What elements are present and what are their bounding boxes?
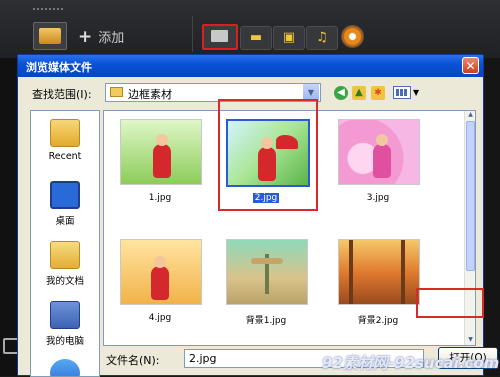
plus-icon: + [78,27,93,47]
close-button[interactable]: ✕ [462,57,479,74]
image-button[interactable]: ▣ [273,26,305,50]
look-in-value: 边框素材 [128,88,172,101]
back-icon[interactable]: ◀ [334,86,348,100]
color-wheel-icon[interactable] [341,25,364,48]
right-panel [484,58,500,376]
file-name: 4.jpg [148,313,172,323]
recent-folder-icon [50,119,80,147]
file-item[interactable]: 背景1.jpg [220,239,316,337]
file-item[interactable]: 背景2.jpg [332,239,428,337]
filename-label: 文件名(N): [106,354,160,367]
media-toolbar: + 添加 ▬ ▣ ♫ [0,0,500,59]
place-label: 我的电脑 [45,336,84,347]
scroll-down-icon[interactable]: ▼ [466,336,475,345]
thumbnail [120,119,202,185]
look-in-label: 查找范围(I): [32,88,92,101]
folder-icon [110,87,123,97]
dialog-title: 浏览媒体文件 [26,61,92,74]
view-dropdown-arrow-icon[interactable]: ▼ [413,88,419,97]
place-desktop[interactable]: 桌面 [31,181,99,227]
places-bar: Recent 桌面 我的文档 我的电脑 [30,110,100,377]
place-my-computer[interactable]: 我的电脑 [31,301,99,347]
left-panel [0,58,18,376]
file-name: 3.jpg [366,193,390,203]
place-recent[interactable]: Recent [31,119,99,162]
toolbar-divider [192,16,193,52]
view-menu-icon[interactable] [393,86,411,99]
place-my-documents[interactable]: 我的文档 [31,241,99,287]
photo-icon: ▣ [282,30,296,45]
place-label: 桌面 [55,216,75,227]
scroll-up-icon[interactable]: ▲ [466,111,475,120]
new-folder-icon[interactable]: ✱ [371,86,385,100]
thumbnail [338,239,420,305]
selection-highlight-annotation [218,99,318,211]
folder-button[interactable] [202,24,238,50]
file-item[interactable]: 1.jpg [114,119,210,217]
thumbnail [120,239,202,305]
add-button[interactable]: + 添加 [78,27,124,47]
place-network[interactable] [31,359,99,376]
thumbnail [226,239,308,305]
media-library-icon[interactable] [33,22,67,50]
file-name: 背景2.jpg [357,316,399,326]
audio-button[interactable]: ♫ [306,26,338,50]
file-name: 1.jpg [148,193,172,203]
place-label: 我的文档 [45,276,84,287]
file-item[interactable]: 3.jpg [332,119,428,217]
desktop-icon [50,181,80,209]
file-name: 背景1.jpg [245,316,287,326]
dialog-titlebar: 浏览媒体文件 ✕ [18,55,483,77]
toolbar-grip [33,8,63,14]
music-note-icon: ♫ [316,30,328,45]
watermark: 92素材网-92sucai.com [322,354,500,372]
video-button[interactable]: ▬ [240,26,272,50]
place-label: Recent [48,151,82,162]
up-folder-icon[interactable]: ▲ [352,86,366,100]
my-documents-icon [50,241,80,269]
network-icon [50,359,80,376]
film-icon: ▬ [249,30,263,45]
add-label: 添加 [98,31,125,46]
thumbnail [338,119,420,185]
file-item[interactable]: 4.jpg [114,239,210,337]
scrollbar-thumb[interactable] [466,121,475,271]
open-button-highlight-annotation [416,288,484,318]
folder-icon [211,30,228,42]
my-computer-icon [50,301,80,329]
